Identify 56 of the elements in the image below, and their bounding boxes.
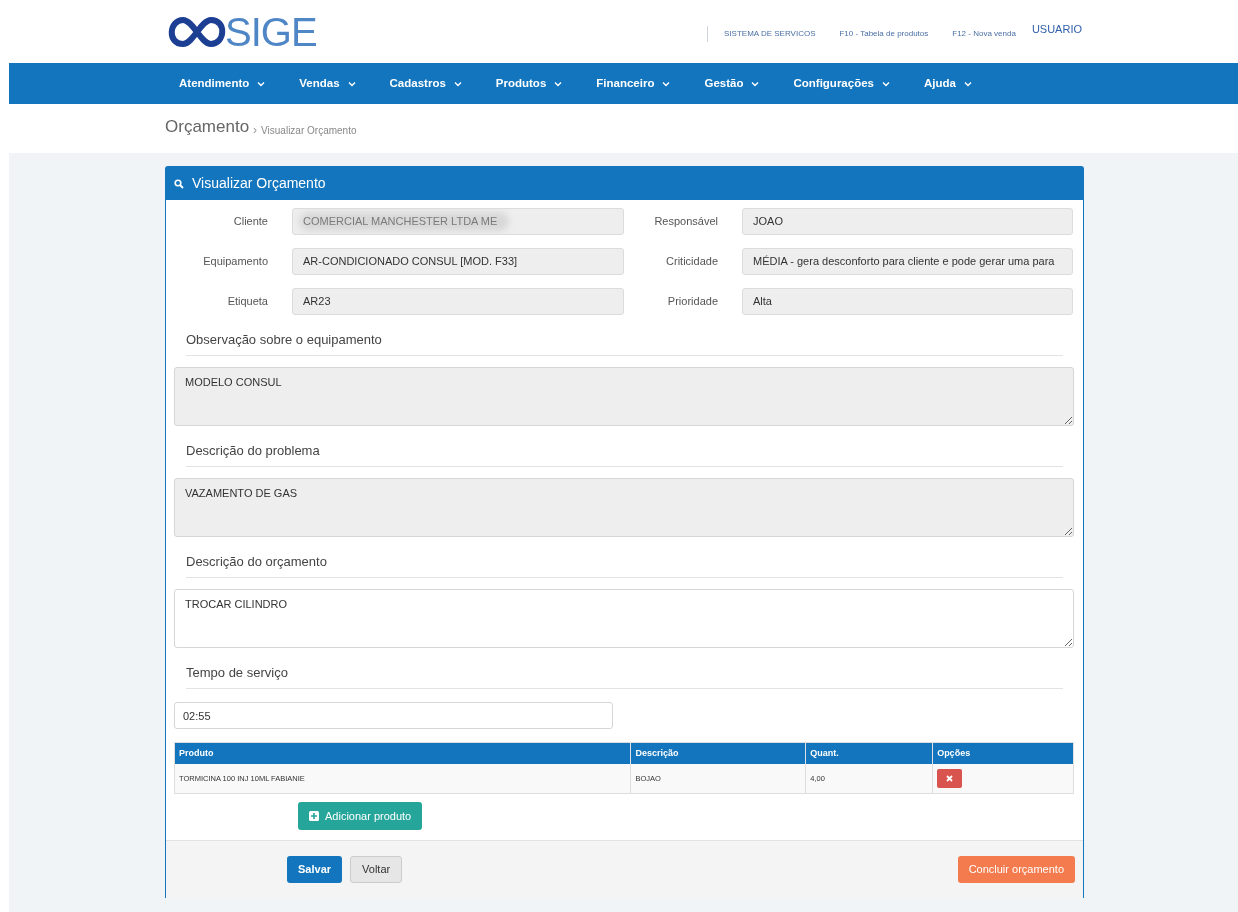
chevron-down-icon <box>453 80 462 87</box>
text-area[interactable]: MODELO CONSUL <box>174 367 1074 426</box>
search-icon <box>174 178 184 189</box>
close-icon <box>946 774 954 782</box>
input-field[interactable]: Alta <box>742 288 1073 315</box>
chevron-down-icon <box>257 80 266 87</box>
column-header: Produto <box>174 742 631 764</box>
input-field[interactable]: MÉDIA - gera desconforto para cliente e pode gerar uma para <box>742 248 1073 275</box>
chevron-down-icon <box>554 80 563 87</box>
nav-item[interactable]: Produtos <box>495 74 563 93</box>
panel-title: Visualizar Orçamento <box>192 174 326 193</box>
field-label: Equipamento <box>202 254 269 270</box>
nav-item[interactable]: Cadastros <box>389 74 462 93</box>
nav-item[interactable]: Configurações <box>793 74 890 93</box>
section-heading: Descrição do problema <box>186 443 320 458</box>
user-menu[interactable]: USUARIO <box>1031 21 1082 38</box>
text-area[interactable]: TROCAR CILINDRO <box>174 589 1074 648</box>
nav-item[interactable]: Atendimento <box>179 74 266 93</box>
chevron-down-icon <box>662 80 671 87</box>
header-link[interactable]: F10 - Tabela de produtos <box>839 27 929 40</box>
column-header: Opções <box>932 742 1074 764</box>
column-header: Descrição <box>630 742 806 764</box>
plus-square-icon <box>309 811 319 821</box>
field-label: Prioridade <box>666 294 719 310</box>
chevron-down-icon <box>347 80 356 87</box>
save-button[interactable]: Salvar <box>287 856 343 883</box>
field-label: Etiqueta <box>226 294 269 310</box>
header-link[interactable]: F12 - Nova venda <box>952 27 1016 40</box>
column-header: Quant. <box>805 742 933 764</box>
input-field[interactable]: AR-CONDICIONADO CONSUL [MOD. F33] <box>292 248 624 275</box>
field-label: Responsável <box>653 214 719 230</box>
chevron-down-icon <box>881 80 890 87</box>
nav-item[interactable]: Vendas <box>299 74 356 93</box>
field-label: Cliente <box>232 214 269 230</box>
logo-text: SIGE <box>225 11 317 52</box>
text-area[interactable]: VAZAMENTO DE GAS <box>174 478 1074 537</box>
add-product-button[interactable]: Adicionar produto <box>298 802 423 830</box>
nav-item[interactable]: Ajuda <box>923 74 972 93</box>
input-field[interactable]: JOAO <box>742 208 1073 235</box>
chevron-down-icon <box>963 80 972 87</box>
field-label: Criticidade <box>665 254 719 270</box>
page-title: Orçamento <box>165 115 250 138</box>
input-field[interactable]: COMERCIAL MANCHESTER LTDA ME <box>292 208 624 235</box>
nav-item[interactable]: Gestão <box>704 74 760 93</box>
section-heading: Observação sobre o equipamento <box>186 332 382 347</box>
header-link[interactable]: SISTEMA DE SERVICOS <box>724 27 816 40</box>
breadcrumb-link[interactable]: Visualizar Orçamento <box>261 123 357 138</box>
nav-item[interactable]: Financeiro <box>596 74 671 93</box>
delete-button[interactable] <box>937 768 963 788</box>
input-field[interactable]: AR23 <box>292 288 624 315</box>
section-heading: Descrição do orçamento <box>186 554 327 569</box>
section-heading: Tempo de serviço <box>186 665 288 680</box>
back-button[interactable]: Voltar <box>350 856 403 883</box>
chevron-down-icon <box>751 80 760 87</box>
input-field[interactable]: 02:55 <box>174 702 613 729</box>
breadcrumb-separator: › <box>253 122 258 139</box>
